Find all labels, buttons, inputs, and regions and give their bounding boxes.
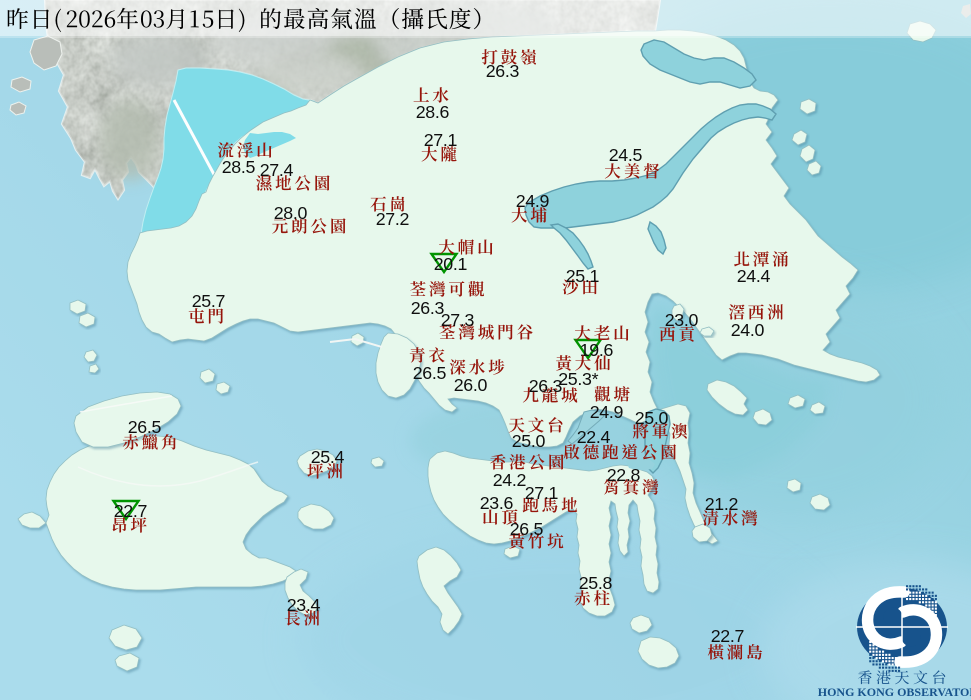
svg-text:22.4: 22.4: [577, 427, 611, 447]
svg-text:24.5: 24.5: [609, 145, 643, 165]
svg-text:25.8: 25.8: [579, 573, 613, 593]
svg-text:25.0: 25.0: [512, 431, 546, 451]
svg-text:28.5: 28.5: [222, 157, 256, 177]
svg-text:HONG KONG OBSERVATORY: HONG KONG OBSERVATORY: [818, 685, 971, 699]
svg-text:26.5: 26.5: [413, 363, 447, 383]
svg-text:27.3: 27.3: [441, 310, 475, 330]
svg-text:27.1: 27.1: [424, 130, 458, 150]
svg-text:26.3: 26.3: [411, 298, 445, 318]
svg-text:28.6: 28.6: [416, 102, 450, 122]
svg-text:24.9: 24.9: [590, 402, 624, 422]
svg-text:26.3: 26.3: [529, 376, 563, 396]
svg-text:22.7: 22.7: [711, 626, 744, 646]
svg-text:26.3: 26.3: [486, 61, 520, 81]
svg-text:24.2: 24.2: [493, 470, 526, 490]
svg-text:25.1: 25.1: [566, 266, 600, 286]
svg-text:20.1: 20.1: [434, 254, 468, 274]
svg-text:25.7: 25.7: [192, 291, 225, 311]
svg-text:24.9: 24.9: [516, 191, 550, 211]
svg-text:23.4: 23.4: [287, 595, 321, 615]
svg-text:26.5: 26.5: [510, 519, 544, 539]
svg-text:25.0: 25.0: [635, 408, 669, 428]
svg-text:26.0: 26.0: [454, 375, 488, 395]
svg-text:27.2: 27.2: [376, 209, 409, 229]
svg-text:24.0: 24.0: [731, 320, 765, 340]
svg-text:28.0: 28.0: [274, 203, 308, 223]
svg-text:27.1: 27.1: [525, 483, 559, 503]
svg-text:25.3*: 25.3*: [558, 369, 598, 389]
svg-text:19.6: 19.6: [580, 340, 614, 360]
svg-text:27.4: 27.4: [260, 160, 294, 180]
svg-text:22.8: 22.8: [607, 465, 641, 485]
svg-text:23.6: 23.6: [480, 493, 514, 513]
svg-text:24.4: 24.4: [737, 266, 771, 286]
svg-text:21.2: 21.2: [705, 494, 738, 514]
svg-text:22.7: 22.7: [114, 501, 147, 521]
svg-text:23.0: 23.0: [665, 310, 699, 330]
svg-text:26.5: 26.5: [128, 417, 162, 437]
svg-text:25.4: 25.4: [311, 447, 345, 467]
